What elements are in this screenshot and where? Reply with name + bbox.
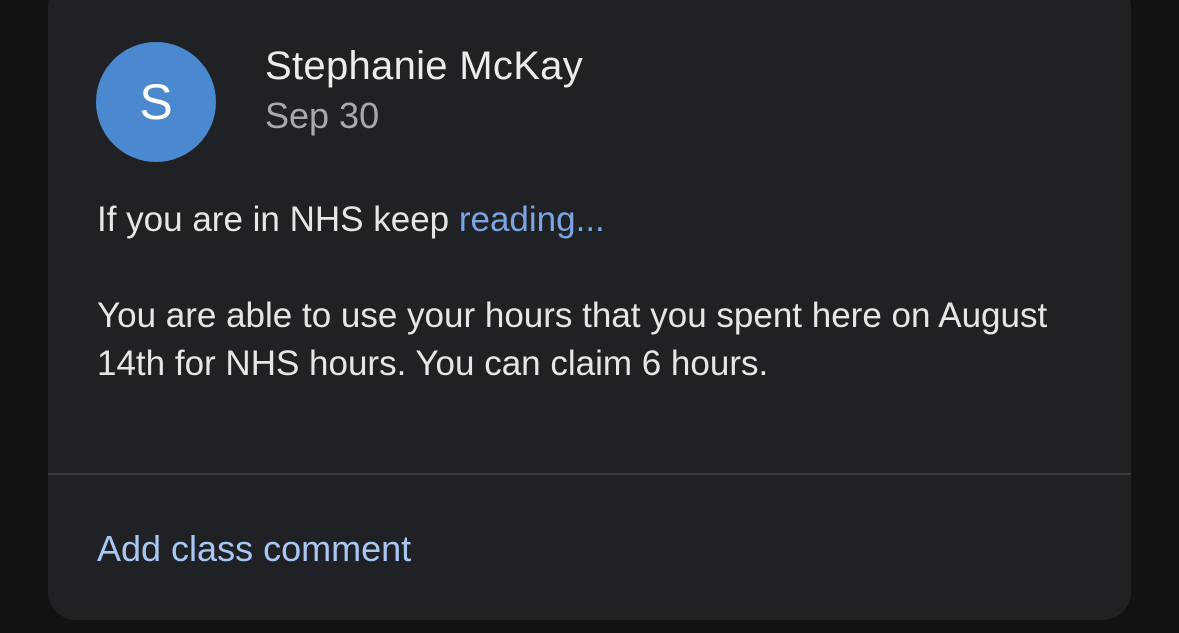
add-class-comment-button[interactable]: Add class comment <box>97 525 411 573</box>
read-more-link[interactable]: reading... <box>459 200 605 239</box>
divider <box>48 473 1131 475</box>
avatar[interactable]: S <box>96 42 216 162</box>
post-body: If you are in NHS keep reading... You ar… <box>97 196 1087 388</box>
avatar-letter: S <box>139 74 173 130</box>
announcement-card: S Stephanie McKay Sep 30 If you are in N… <box>48 0 1131 620</box>
post-date: Sep 30 <box>265 95 380 136</box>
post-intro: If you are in NHS keep reading... <box>97 196 1087 244</box>
post-text: You are able to use your hours that you … <box>97 296 1048 383</box>
post-intro-text: If you are in NHS keep <box>97 200 459 239</box>
author-name: Stephanie McKay <box>265 44 584 88</box>
